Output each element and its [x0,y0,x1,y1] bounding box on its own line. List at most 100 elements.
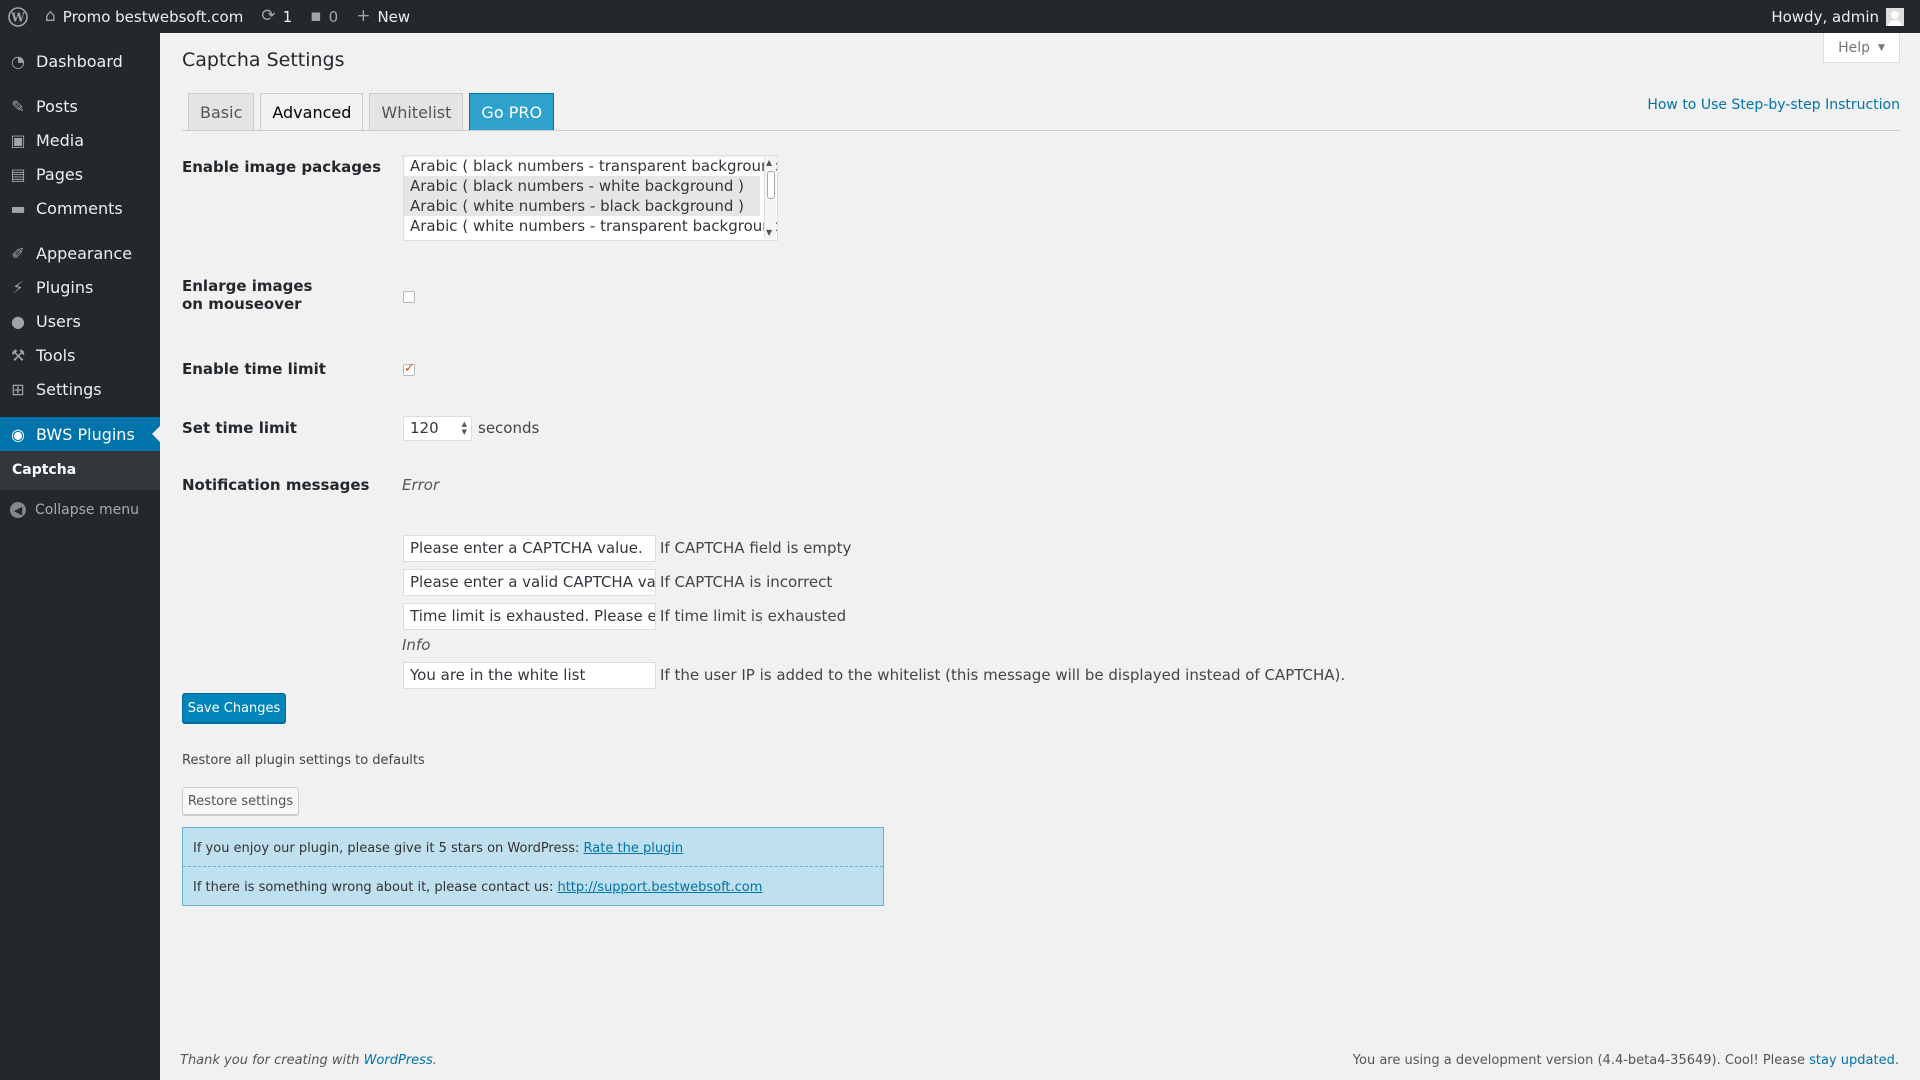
sidebar-item-plugins[interactable]: ⚡ Plugins [0,270,160,304]
listbox-scrollbar[interactable]: ▲ ▼ [764,157,776,239]
save-changes-button[interactable]: Save Changes [182,693,286,723]
rate-plugin-notice: If you enjoy our plugin, please give it … [182,827,884,906]
wordpress-icon: W [8,6,28,27]
submenu-item-captcha[interactable]: Captcha [0,458,160,482]
sidebar-item-label: Dashboard [36,51,123,71]
stay-updated-link[interactable]: stay updated [1809,1053,1895,1068]
error-heading: Error [402,476,440,494]
new-label: New [377,7,411,26]
pin-icon: ✎ [11,96,25,116]
my-account-link[interactable]: Howdy, admin [1762,0,1920,33]
image-packages-select[interactable]: Arabic ( black numbers - transparent bac… [403,155,778,241]
admin-sidebar: ◔ Dashboard ✎ Posts ▣ Media ▤ Pages ▬ Co… [0,33,160,1080]
help-label: Help [1838,39,1870,56]
wordpress-logo-button[interactable]: W [0,0,36,33]
set-time-limit-label: Set time limit [182,419,297,437]
triangle-down-icon: ▼ [1878,42,1885,53]
svg-text:W: W [10,10,25,24]
admin-bar: W ⌂ Promo bestwebsoft.com ⟳ 1 ▪ 0 + New … [0,0,1920,33]
sidebar-item-label: Comments [36,198,123,218]
notice-divider [183,866,883,867]
tab-basic[interactable]: Basic [188,93,255,131]
sidebar-item-label: Users [36,311,81,331]
sidebar-item-posts[interactable]: ✎ Posts [0,89,160,123]
plus-icon: + [356,6,371,26]
pages-icon: ▤ [10,164,26,184]
bws-submenu: Captcha [0,451,160,490]
site-name: Promo bestwebsoft.com [62,7,244,26]
spinner-arrows-icon[interactable]: ▲ ▼ [462,420,467,436]
notice-line-rate: If you enjoy our plugin, please give it … [193,841,683,856]
user-icon: ● [11,311,25,331]
sidebar-item-label: Appearance [36,243,133,263]
sidebar-item-pages[interactable]: ▤ Pages [0,157,160,191]
notice-line-support: If there is something wrong about it, pl… [193,880,762,895]
howdy-text: Howdy, admin [1771,7,1879,26]
error-empty-field[interactable]: Please enter a CAPTCHA value. [403,535,656,562]
footer-version-end: . [1894,1053,1899,1068]
info-whitelist-field[interactable]: You are in the white list [403,662,656,689]
image-package-option[interactable]: Arabic ( black numbers - white backgroun… [404,176,760,196]
time-limit-input[interactable]: 120 ▲ ▼ [403,416,472,441]
sidebar-item-tools[interactable]: ⚒ Tools [0,338,160,372]
image-package-option[interactable]: Arabic ( black numbers - transparent bac… [404,156,777,176]
error-time-desc: If time limit is exhausted [660,607,847,625]
wrench-icon: ⚒ [10,345,26,365]
sidebar-item-label: Settings [36,379,102,399]
comment-bubble-icon: ▪ [310,6,322,26]
updates-link[interactable]: ⟳ 1 [252,0,301,33]
settings-tabs: Basic Advanced Whitelist Go PRO [188,93,560,132]
sidebar-item-label: Pages [36,164,84,184]
sidebar-item-label: Tools [36,345,76,365]
wordpress-link[interactable]: WordPress [364,1053,433,1068]
sidebar-item-settings[interactable]: ⊞ Settings [0,372,160,406]
comments-count: 0 [328,7,339,26]
collapse-menu-button[interactable]: ◀ Collapse menu [0,490,160,530]
notice-rate-text: If you enjoy our plugin, please give it … [193,841,584,856]
scroll-up-icon[interactable]: ▲ [766,159,772,167]
notice-support-text: If there is something wrong about it, pl… [193,880,558,895]
image-package-option[interactable]: Arabic ( white numbers - transparent bac… [404,216,777,236]
scrollbar-thumb[interactable] [767,171,775,199]
comments-link[interactable]: ▪ 0 [301,0,347,33]
howto-link[interactable]: How to Use Step-by-step Instruction [1647,97,1900,113]
error-time-field[interactable]: Time limit is exhausted. Please ente [403,603,656,630]
error-incorrect-field[interactable]: Please enter a valid CAPTCHA value. [403,569,656,596]
footer-thanks-end: . [432,1053,437,1068]
enlarge-images-label: Enlarge images on mouseover [182,277,313,313]
rate-plugin-link[interactable]: Rate the plugin [584,841,684,856]
support-link[interactable]: http://support.bestwebsoft.com [557,880,762,895]
home-icon: ⌂ [45,6,56,26]
image-packages-label: Enable image packages [182,158,382,176]
time-limit-value: 120 [410,419,439,437]
enable-time-limit-label: Enable time limit [182,360,326,378]
help-button[interactable]: Help ▼ [1823,33,1900,63]
sidebar-item-label: Media [36,130,85,150]
seconds-label: seconds [478,419,540,437]
tab-whitelist[interactable]: Whitelist [369,93,464,131]
sidebar-item-media[interactable]: ▣ Media [0,123,160,157]
error-empty-desc: If CAPTCHA field is empty [660,539,852,557]
sidebar-item-label: BWS Plugins [36,424,135,444]
sidebar-item-appearance[interactable]: ✐ Appearance [0,236,160,270]
notification-messages-label: Notification messages [182,476,370,494]
sidebar-item-users[interactable]: ● Users [0,304,160,338]
image-package-option[interactable]: Arabic ( white numbers - black backgroun… [404,196,760,216]
scroll-down-icon[interactable]: ▼ [766,229,772,237]
restore-settings-button[interactable]: Restore settings [182,787,299,815]
sidebar-item-bws-plugins[interactable]: ◉ BWS Plugins [0,417,160,451]
site-name-link[interactable]: ⌂ Promo bestwebsoft.com [36,0,252,33]
enable-time-limit-checkbox[interactable] [403,361,415,376]
updates-count: 1 [282,7,293,26]
new-content-link[interactable]: + New [347,0,419,33]
sidebar-item-label: Plugins [36,277,94,297]
sidebar-item-dashboard[interactable]: ◔ Dashboard [0,44,160,78]
sidebar-item-comments[interactable]: ▬ Comments [0,191,160,225]
plugin-icon: ⚡ [12,277,24,297]
avatar [1886,7,1904,26]
restore-description: Restore all plugin settings to defaults [182,753,425,768]
tab-advanced[interactable]: Advanced [260,93,364,132]
footer-version-text: You are using a development version (4.4… [1352,1053,1810,1068]
tab-go-pro[interactable]: Go PRO [469,93,555,131]
enlarge-images-checkbox[interactable] [403,291,415,303]
